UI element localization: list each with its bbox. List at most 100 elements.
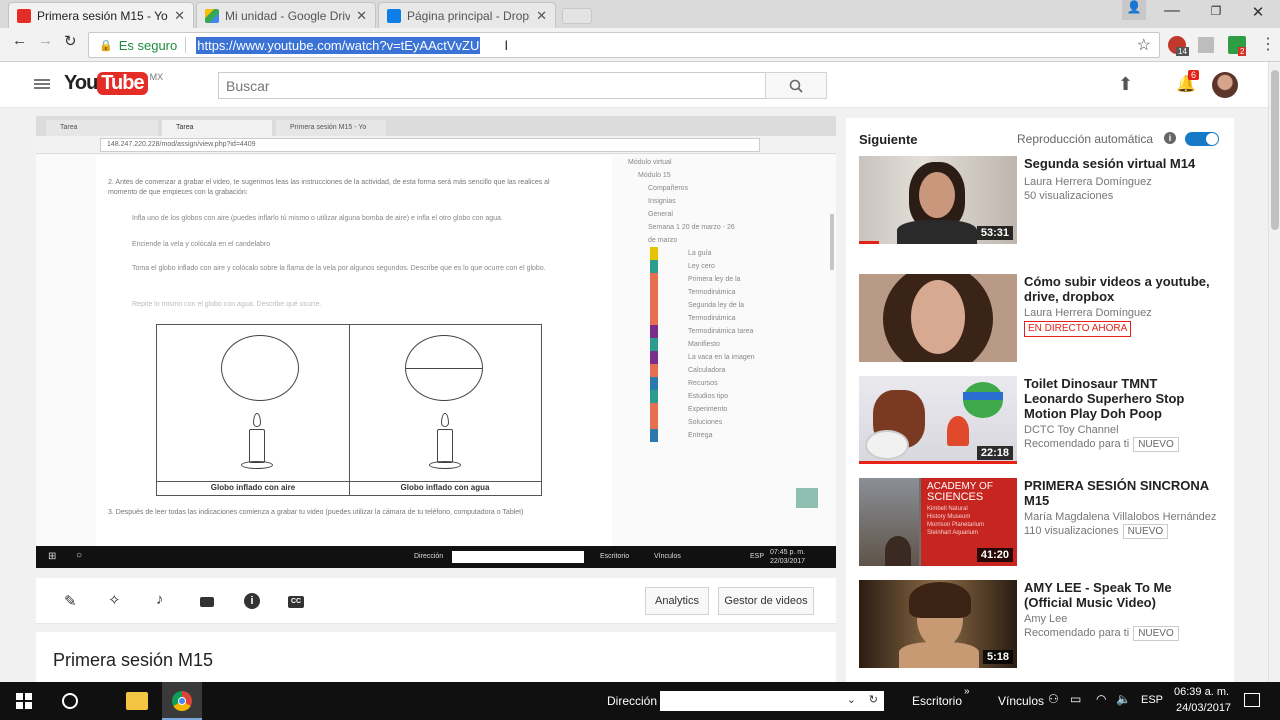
tab-youtube[interactable]: Primera sesión M15 - Yo ✕ [8,2,194,28]
volume-icon[interactable]: 🔈 [1116,692,1131,706]
info-icon[interactable]: i [1164,132,1176,144]
video-title: Primera sesión M15 [53,650,214,670]
go-arrow-icon[interactable]: ↻ [869,693,878,706]
page-scrollbar[interactable] [1268,62,1280,682]
cortana-icon[interactable] [62,693,78,709]
video-title[interactable]: Cómo subir videos a youtube, drive, drop… [1024,274,1219,304]
inner-taskbar: ⊞ ○ Dirección Escritorio Vínculos ESP 07… [36,546,836,568]
video-thumbnail[interactable] [859,274,1017,362]
academy-line: History Museum [927,514,971,520]
battery-icon[interactable]: ▭ [1070,692,1081,706]
video-player[interactable]: Tarea Tarea Primera sesión M15 - Yo 148.… [36,116,836,568]
video-manager-button[interactable]: Gestor de videos [718,587,814,615]
youtube-icon [17,8,31,23]
minimize-button[interactable]: — [1160,2,1184,20]
duration-label: 53:31 [976,226,1013,240]
captions-icon[interactable]: CC [288,596,304,608]
channel-name[interactable]: María Magdalena Villalobos Hernández [1024,510,1229,524]
inner-tab: Tarea [46,120,158,136]
channel-name[interactable]: DCTC Toy Channel [1024,423,1119,437]
up-next-sidebar: Siguiente Reproducción automática i 53:3… [846,118,1234,682]
channel-name[interactable]: Laura Herrera Domínguez [1024,306,1152,320]
nav-item: Segunda ley de la Termodinámica [650,299,768,325]
balloon-water-icon [405,335,483,401]
secure-label: Es seguro [118,37,178,53]
tab-dropbox[interactable]: Página principal - Dropb ✕ [378,2,556,28]
search-input[interactable]: Buscar [218,72,766,99]
search-button[interactable] [765,72,827,99]
video-thumbnail[interactable]: 5:18 [859,580,1017,668]
inner-bullet: Toma el globo inflado con aire y colócal… [132,265,546,272]
bookmark-star-icon[interactable]: ☆ [1137,35,1151,55]
analytics-button[interactable]: Analytics [645,587,709,615]
nav-item: Soluciones [650,416,768,429]
music-note-icon[interactable]: ♪ [156,591,164,608]
menu-dots-icon[interactable]: ⋮ [1260,34,1276,54]
balloon-candle-illustration: Globo inflado con aire Globo inflado con… [156,324,542,496]
left-caption: Globo inflado con aire [210,483,296,492]
academy-line: SCIENCES [927,491,984,503]
upload-icon[interactable]: ⬆ [1118,74,1133,95]
inner-bullet: Repite lo mismo con el globo con agua. D… [132,301,322,308]
action-center-icon[interactable] [1244,693,1260,707]
windows-taskbar: Dirección ⌄ ↻ Escritorio » Vínculos ⚇ ▭ … [0,682,1280,720]
hamburger-menu-icon[interactable] [34,77,50,91]
chrome-taskbar-button[interactable] [162,682,202,720]
academy-line: Steinhart Aquarium [927,530,979,536]
edit-pencil-icon[interactable]: ✎ [64,592,77,610]
video-thumbnail[interactable]: ACADEMY OF SCIENCES Kimbell Natural Hist… [859,478,1017,566]
nav-item: Insignias [648,198,676,205]
wifi-icon[interactable]: ◠ [1096,692,1106,706]
tab-google-drive[interactable]: Mi unidad - Google Driv ✕ [196,2,376,28]
new-tab-button[interactable] [562,8,592,24]
video-title[interactable]: Segunda sesión virtual M14 [1024,156,1224,171]
video-title[interactable]: AMY LEE - Speak To Me (Official Music Vi… [1024,580,1204,610]
nav-item: La vaca en la imagen [650,351,768,364]
nav-item: Módulo virtual [628,159,672,166]
info-icon[interactable]: i [244,593,260,609]
close-icon[interactable]: ✕ [536,8,547,24]
google-drive-icon [205,8,219,23]
annotations-icon[interactable] [200,597,214,607]
list-item[interactable]: Cómo subir videos a youtube, drive, drop… [859,274,1229,364]
extension-icon[interactable] [1198,37,1214,53]
inner-lang: ESP [750,553,765,560]
close-icon[interactable]: ✕ [356,8,367,24]
magic-wand-icon[interactable]: ✧ [108,591,121,609]
list-item[interactable]: 53:31 Segunda sesión virtual M14 Laura H… [859,156,1229,246]
list-item[interactable]: ACADEMY OF SCIENCES Kimbell Natural Hist… [859,478,1229,568]
reload-icon[interactable]: ↻ [64,32,77,50]
nav-item: Compañeros [648,185,689,192]
maximize-button[interactable]: ❐ [1206,4,1226,18]
autoplay-toggle[interactable] [1185,132,1219,146]
video-title[interactable]: Toilet Dinosaur TMNT Leonardo Superhero … [1024,376,1194,421]
window-close-button[interactable]: ✕ [1248,3,1268,21]
channel-name[interactable]: Laura Herrera Domínguez [1024,175,1152,189]
list-item[interactable]: 5:18 AMY LEE - Speak To Me (Official Mus… [859,580,1229,670]
address-toolbar-input[interactable]: ⌄ ↻ [660,691,884,711]
chevron-down-icon[interactable]: ⌄ [847,693,856,706]
close-icon[interactable]: ✕ [174,8,185,24]
address-bar[interactable]: 🔒 Es seguro https://www.youtube.com/watc… [88,32,1160,58]
video-thumbnail[interactable]: 53:31 [859,156,1017,244]
people-icon[interactable]: ⚇ [1048,692,1059,706]
double-chevron-icon[interactable]: » [964,686,970,697]
avatar[interactable] [1212,72,1238,98]
video-thumbnail[interactable]: 22:18 [859,376,1017,464]
url-text[interactable]: https://www.youtube.com/watch?v=tEyAActV… [196,36,481,54]
desktop-toolbar-label[interactable]: Escritorio [912,694,962,708]
forward-icon[interactable]: → [38,32,53,49]
links-toolbar-label[interactable]: Vínculos [998,694,1044,708]
file-explorer-icon[interactable] [126,692,148,710]
clock-time[interactable]: 06:39 a. m. [1174,686,1229,698]
youtube-logo[interactable]: You Tube MX [64,72,163,95]
profile-icon[interactable]: 👤 [1122,0,1146,20]
language-indicator[interactable]: ESP [1141,694,1163,706]
windows-start-icon[interactable] [16,693,32,709]
back-icon[interactable]: ← [12,32,27,49]
clock-date[interactable]: 24/03/2017 [1176,702,1231,714]
channel-name[interactable]: Amy Lee [1024,612,1067,626]
inner-paragraph: 3. Después de leer todas las indicacione… [108,509,524,516]
list-item[interactable]: 22:18 Toilet Dinosaur TMNT Leonardo Supe… [859,376,1229,466]
video-title[interactable]: PRIMERA SESIÓN SINCRONA M15 [1024,478,1214,508]
